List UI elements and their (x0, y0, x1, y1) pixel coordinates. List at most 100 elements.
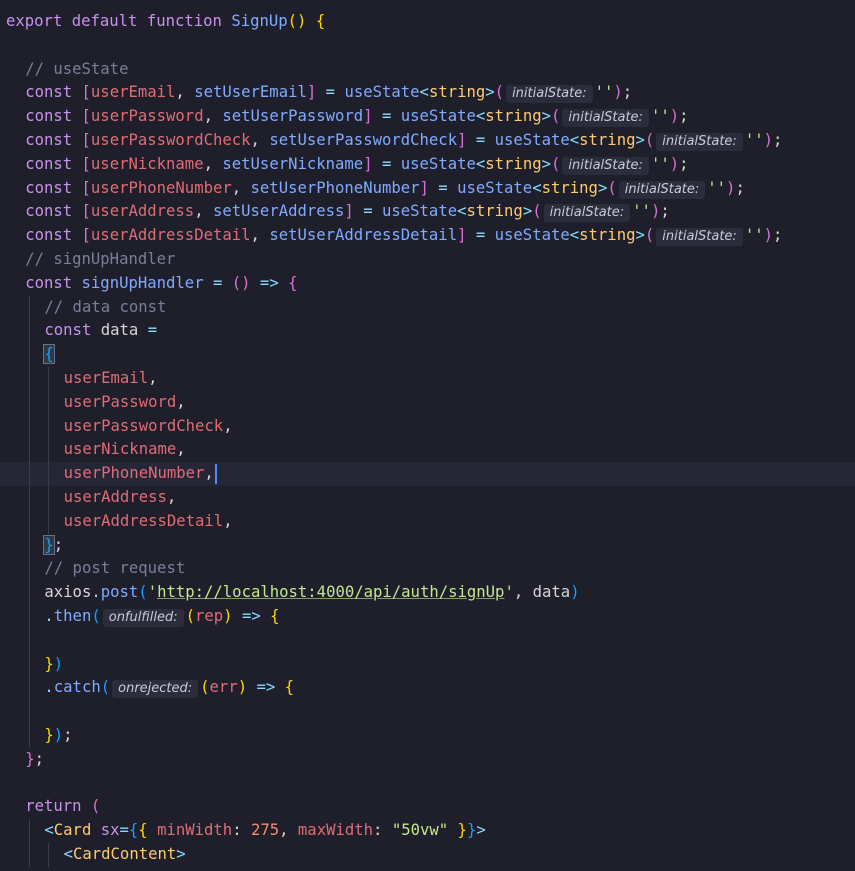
code-line[interactable] (0, 628, 855, 653)
code-token: string (485, 154, 542, 173)
code-token: > (635, 130, 645, 149)
code-line[interactable]: // data const (0, 295, 855, 320)
code-token: . (44, 606, 54, 625)
code-line-content: const data = (44, 321, 157, 339)
code-token: axios (44, 583, 92, 602)
code-line[interactable]: userAddress, (0, 485, 855, 510)
code-token: useState (457, 178, 533, 197)
code-token: ] (306, 83, 317, 102)
code-token: ) (53, 654, 64, 673)
code-token: } (25, 749, 35, 768)
code-token: ( (551, 154, 561, 173)
code-line[interactable]: const [userAddressDetail, setUserAddress… (0, 224, 855, 248)
code-token: // post request (44, 559, 186, 578)
code-line[interactable]: userPasswordCheck, (0, 414, 855, 439)
code-line[interactable]: axios.post('http://localhost:4000/api/au… (0, 581, 855, 605)
code-token: [ (81, 178, 91, 197)
code-token: } (44, 654, 54, 673)
text-cursor (214, 463, 217, 484)
code-line[interactable]: <CardContent> (0, 842, 855, 867)
code-line[interactable]: const [userPhoneNumber, setUserPhoneNumb… (0, 177, 855, 201)
code-token: // useState (25, 59, 129, 78)
code-line[interactable]: const [userAddress, setUserAddress] = us… (0, 200, 855, 224)
code-token: data (100, 321, 148, 340)
code-line[interactable]: const [userPasswordCheck, setUserPasswor… (0, 129, 855, 153)
code-token: ; (53, 535, 64, 554)
code-token: , (176, 440, 186, 459)
code-line-content: const [userPhoneNumber, setUserPhoneNumb… (25, 178, 745, 199)
code-token: ; (34, 749, 44, 768)
code-line-content: export default function SignUp() { (6, 12, 325, 30)
code-token: , (175, 83, 195, 102)
code-token: = (147, 321, 158, 340)
code-token: setUserPasswordCheck (269, 130, 458, 149)
code-line-content: // signUpHandler (25, 250, 175, 268)
code-token: ' (504, 583, 514, 602)
code-line[interactable]: }) (0, 652, 855, 677)
code-token: [ (81, 130, 91, 149)
code-token: > (522, 202, 533, 221)
code-token: = (466, 130, 495, 149)
code-line[interactable]: // signUpHandler (0, 248, 855, 272)
code-line[interactable]: const [userEmail, setUserEmail] = useSta… (0, 81, 855, 105)
code-line[interactable]: { (0, 343, 855, 367)
inlay-hint: initialState: (656, 228, 743, 247)
code-token: < (63, 844, 73, 863)
code-line[interactable]: .catch(onrejected: (err) => { (0, 676, 855, 701)
inlay-hint: initialState: (656, 132, 743, 151)
code-line[interactable]: const [userNickname, setUserNickname] = … (0, 153, 855, 177)
code-lines[interactable]: export default function SignUp() { // use… (0, 10, 855, 867)
code-token: ( (90, 797, 101, 816)
code-token: ) (763, 226, 773, 245)
code-token: err (209, 678, 238, 697)
code-line-content: const [userNickname, setUserNickname] = … (25, 154, 689, 175)
code-token: ( (532, 202, 542, 221)
code-token: export (6, 12, 72, 30)
code-token: useState (494, 226, 570, 245)
code-line[interactable]: userNickname, (0, 438, 855, 463)
code-token: < (44, 821, 54, 840)
inlay-hint: onrejected: (112, 680, 199, 699)
code-token: } (44, 725, 54, 744)
code-line[interactable]: export default function SignUp() { (0, 10, 855, 34)
code-line[interactable] (0, 34, 855, 58)
code-line[interactable]: }); (0, 723, 855, 748)
code-line[interactable] (0, 772, 855, 796)
code-line[interactable]: userPassword, (0, 390, 855, 415)
inlay-hint: onfulfilled: (102, 608, 184, 627)
code-line[interactable]: const [userPassword, setUserPassword] = … (0, 105, 855, 129)
indent-guide (29, 533, 31, 558)
code-token: string (579, 226, 636, 245)
code-line[interactable]: userAddressDetail, (0, 509, 855, 534)
code-token: ( (91, 606, 101, 625)
code-token: > (597, 178, 608, 197)
code-token: { (284, 678, 295, 697)
code-line[interactable]: }; (0, 533, 855, 558)
code-line[interactable]: userEmail, (0, 366, 855, 391)
code-token: ( (200, 678, 210, 697)
code-line[interactable]: <Card sx={{ minWidth: 275, maxWidth: "50… (0, 819, 855, 843)
code-line-content: return ( (25, 797, 100, 815)
code-line-content: <Card sx={{ minWidth: 275, maxWidth: "50… (44, 821, 485, 839)
code-token: < (569, 226, 580, 245)
code-line[interactable]: .then(onfulfilled: (rep) => { (0, 604, 855, 629)
code-token: const (25, 202, 82, 221)
code-line[interactable]: // post request (0, 557, 855, 582)
code-token: post (100, 583, 139, 602)
code-line[interactable]: const signUpHandler = () => { (0, 272, 855, 296)
code-token: ] (363, 107, 373, 126)
code-line[interactable]: const data = (0, 319, 855, 344)
code-token: setUserPassword (222, 107, 364, 126)
code-editor[interactable]: export default function SignUp() { // use… (0, 0, 855, 871)
matched-bracket: } (43, 534, 55, 555)
code-line[interactable]: return ( (0, 795, 855, 819)
code-line[interactable]: // useState (0, 58, 855, 82)
code-token: = (372, 107, 401, 126)
code-line[interactable]: userPhoneNumber, (0, 462, 855, 486)
code-line[interactable]: }; (0, 748, 855, 772)
indent-guide (29, 485, 31, 510)
inlay-hint: initialState: (506, 85, 593, 104)
code-token: const (25, 107, 82, 126)
code-line[interactable] (0, 700, 855, 724)
